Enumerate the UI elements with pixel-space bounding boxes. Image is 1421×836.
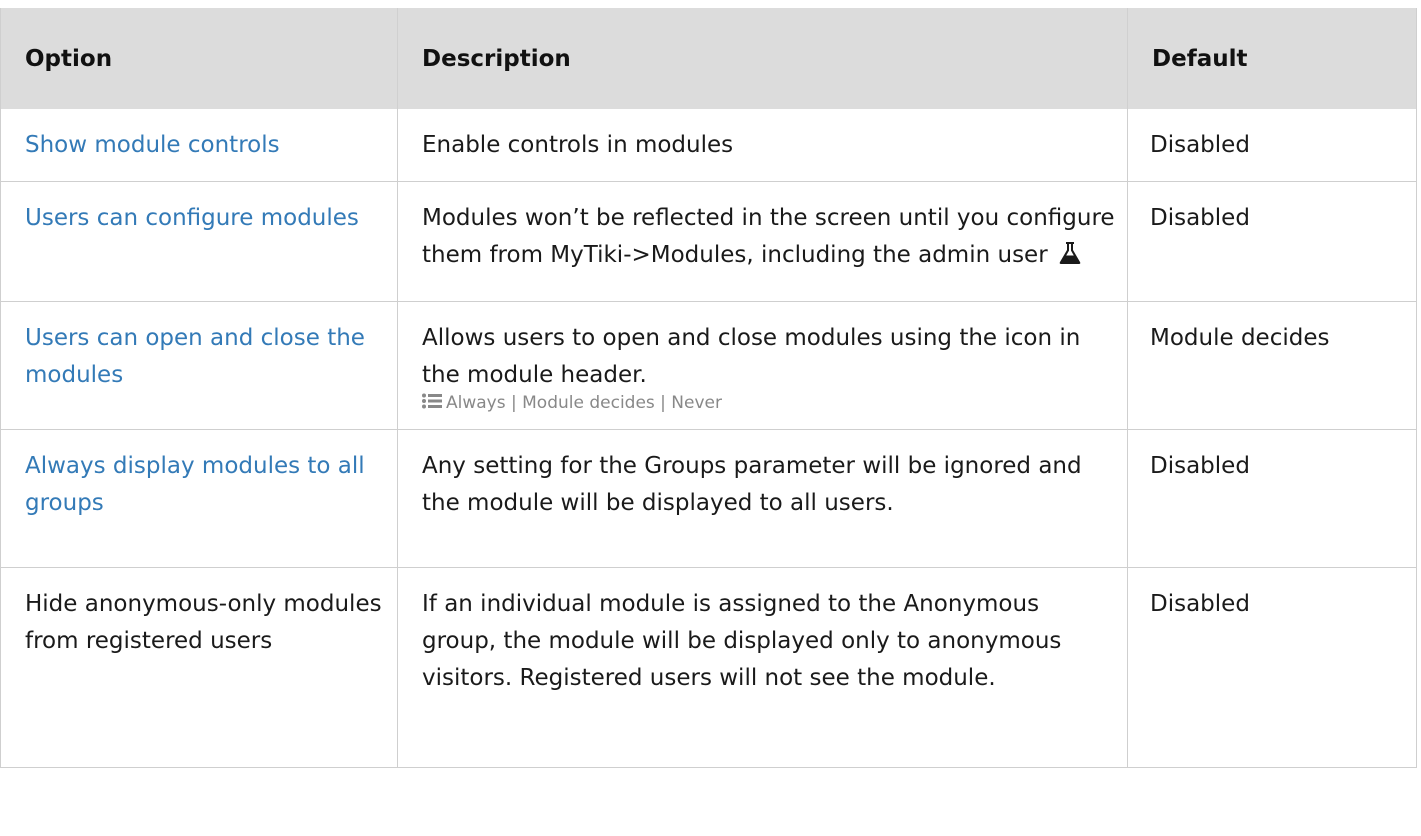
header-description: Description [397, 8, 1128, 109]
choices-line: Always | Module decides | Never [422, 392, 1117, 414]
option-cell: Users can configure modules [0, 181, 398, 302]
default-cell: Disabled [1127, 429, 1417, 568]
header-default: Default [1127, 8, 1417, 109]
option-link-always-display-modules[interactable]: Always display modules to all groups [25, 453, 365, 516]
default-cell: Module decides [1127, 301, 1417, 430]
choices-text: Always | Module decides | Never [446, 392, 722, 413]
option-cell: Users can open and close the modules [0, 301, 398, 430]
preferences-table: Option Description Default Show module c… [0, 8, 1417, 768]
description-cell: Enable controls in modules [397, 109, 1128, 182]
option-link-show-module-controls[interactable]: Show module controls [25, 132, 280, 158]
description-cell: Allows users to open and close modules u… [397, 301, 1128, 430]
table-row: Always display modules to all groups Any… [0, 429, 1417, 568]
option-cell: Show module controls [0, 109, 398, 182]
description-text: Allows users to open and close modules u… [422, 324, 1081, 388]
description-cell: If an individual module is assigned to t… [397, 567, 1128, 768]
option-cell: Always display modules to all groups [0, 429, 398, 568]
description-cell: Any setting for the Groups parameter wil… [397, 429, 1128, 568]
list-icon [422, 393, 442, 408]
option-cell: Hide anonymous-only modules from registe… [0, 567, 398, 768]
option-link-users-can-open-and-close[interactable]: Users can open and close the modules [25, 325, 365, 388]
table-row: Hide anonymous-only modules from registe… [0, 567, 1417, 768]
page: Option Description Default Show module c… [0, 0, 1421, 836]
table-row: Users can open and close the modules All… [0, 301, 1417, 430]
description-cell: Modules won’t be reflected in the screen… [397, 181, 1128, 302]
table-row: Show module controls Enable controls in … [0, 109, 1417, 182]
default-cell: Disabled [1127, 567, 1417, 768]
option-link-users-can-configure-modules[interactable]: Users can configure modules [25, 205, 359, 231]
header-row: Option Description Default [0, 8, 1417, 109]
description-text: Modules won’t be reflected in the screen… [422, 204, 1115, 268]
default-cell: Disabled [1127, 109, 1417, 182]
flask-icon [1059, 241, 1081, 264]
table-header: Option Description Default [0, 8, 1417, 109]
table-row: Users can configure modules Modules won’… [0, 181, 1417, 302]
default-cell: Disabled [1127, 181, 1417, 302]
header-option: Option [0, 8, 398, 109]
